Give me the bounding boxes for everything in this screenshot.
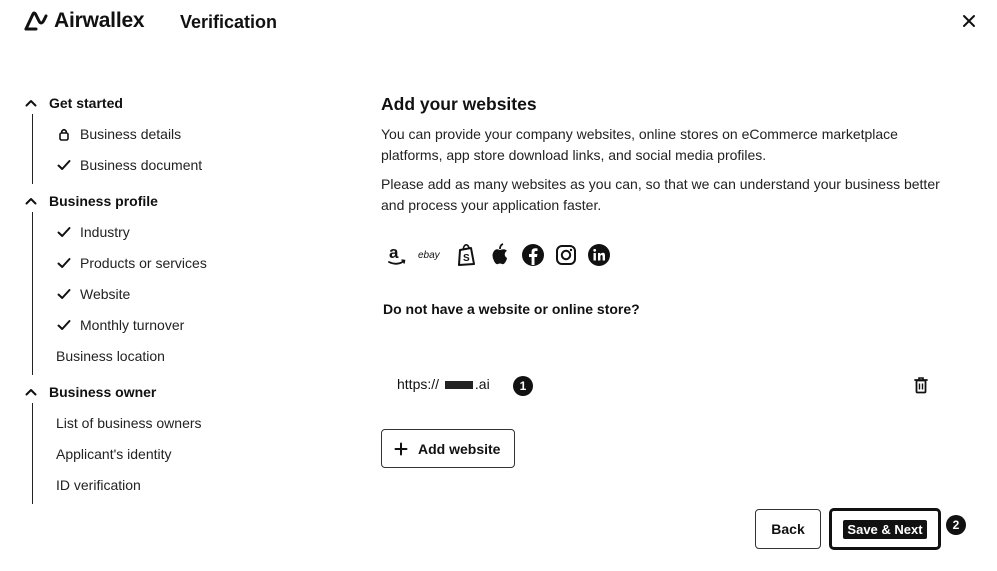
svg-text:S: S (463, 253, 470, 264)
section-heading: Add your websites (381, 94, 537, 114)
description-1: You can provide your company websites, o… (381, 126, 898, 163)
airwallex-logo-icon (24, 11, 48, 31)
check-icon (57, 288, 71, 299)
sidebar-item-label: Business details (80, 125, 182, 142)
main-content: Add your websites You can provide your c… (381, 94, 941, 468)
save-and-next-label: Save & Next (843, 519, 927, 539)
sidebar-item-list-of-business-owners[interactable]: List of business owners (33, 407, 325, 438)
url-prefix: https:// (397, 376, 440, 392)
facebook-icon (521, 243, 545, 267)
page-title: Verification (180, 12, 278, 32)
sidebar-item-label: List of business owners (56, 414, 202, 431)
svg-text:a: a (389, 243, 399, 262)
section-title: Business profile (49, 193, 158, 209)
sidebar-item-label: ID verification (56, 476, 141, 493)
section-title: Get started (49, 95, 123, 111)
add-website-label: Add website (418, 440, 501, 457)
sidebar-item-applicants-identity[interactable]: Applicant's identity (33, 438, 325, 469)
chevron-up-icon (25, 389, 37, 396)
section-items: Industry Products or services Website Mo… (32, 212, 325, 375)
check-icon (57, 159, 71, 170)
description-2: Please add as many websites as you can, … (381, 176, 940, 213)
section-items: Business details Business document (32, 114, 325, 184)
url-suffix: .ai (474, 376, 490, 392)
sidebar-item-label: Business location (56, 347, 165, 364)
sidebar-item-label: Industry (80, 223, 130, 240)
sidebar-item-industry[interactable]: Industry (33, 216, 325, 247)
sidebar-item-id-verification[interactable]: ID verification (33, 469, 325, 500)
sidebar-item-label: Products or services (80, 254, 207, 271)
back-button[interactable]: Back (755, 509, 821, 549)
sidebar-section-get-started: Get started Business details Business do… (25, 92, 325, 184)
check-icon (57, 226, 71, 237)
section-header-business-profile[interactable]: Business profile (25, 190, 325, 212)
sidebar-item-website[interactable]: Website (33, 278, 325, 309)
sidebar-item-products-or-services[interactable]: Products or services (33, 247, 325, 278)
linkedin-icon (587, 243, 611, 267)
chevron-up-icon (25, 198, 37, 205)
section-items: List of business owners Applicant's iden… (32, 403, 325, 504)
section-header-business-owner[interactable]: Business owner (25, 381, 325, 403)
sidebar-item-label: Monthly turnover (80, 316, 185, 333)
shopify-icon: S (455, 243, 479, 267)
logo-text: Airwallex (54, 9, 145, 32)
sidebar-item-business-details[interactable]: Business details (33, 118, 325, 149)
check-icon (57, 319, 71, 330)
no-website-link[interactable]: Do not have a website or online store? (383, 301, 941, 317)
check-icon (57, 257, 71, 268)
section-title: Business owner (49, 384, 157, 400)
sidebar-item-label: Business document (80, 156, 203, 173)
add-website-button[interactable]: Add website (381, 429, 515, 468)
ebay-icon: ebay (418, 243, 446, 267)
sidebar-item-business-location[interactable]: Business location (33, 340, 325, 371)
trash-icon[interactable] (913, 376, 929, 394)
ebay-wordmark: ebay (418, 250, 441, 261)
amazon-icon: a (385, 243, 409, 267)
apple-icon (488, 243, 512, 267)
progress-sidebar: Get started Business details Business do… (25, 92, 325, 510)
sidebar-section-business-profile: Business profile Industry Products or se… (25, 190, 325, 375)
sidebar-item-monthly-turnover[interactable]: Monthly turnover (33, 309, 325, 340)
platform-logos: a ebay S (385, 243, 941, 267)
airwallex-logo: Airwallex (24, 9, 145, 33)
sidebar-item-business-document[interactable]: Business document (33, 149, 325, 180)
website-entry-row: https:// .ai 1 (381, 364, 941, 408)
website-url[interactable]: https:// .ai (397, 376, 490, 392)
step-badge-1: 1 (513, 376, 533, 396)
save-and-next-button[interactable]: Save & Next (829, 508, 941, 550)
chevron-up-icon (25, 100, 37, 107)
sidebar-item-label: Applicant's identity (56, 445, 172, 462)
step-badge-2: 2 (946, 515, 966, 535)
section-header-get-started[interactable]: Get started (25, 92, 325, 114)
plus-icon (394, 442, 408, 455)
close-icon[interactable] (960, 12, 978, 30)
top-header: Airwallex Verification (0, 0, 997, 44)
sidebar-section-business-owner: Business owner List of business owners A… (25, 381, 325, 504)
lock-icon (59, 128, 69, 141)
redacted-text (444, 381, 473, 390)
instagram-icon (554, 243, 578, 267)
sidebar-item-label: Website (80, 285, 131, 302)
